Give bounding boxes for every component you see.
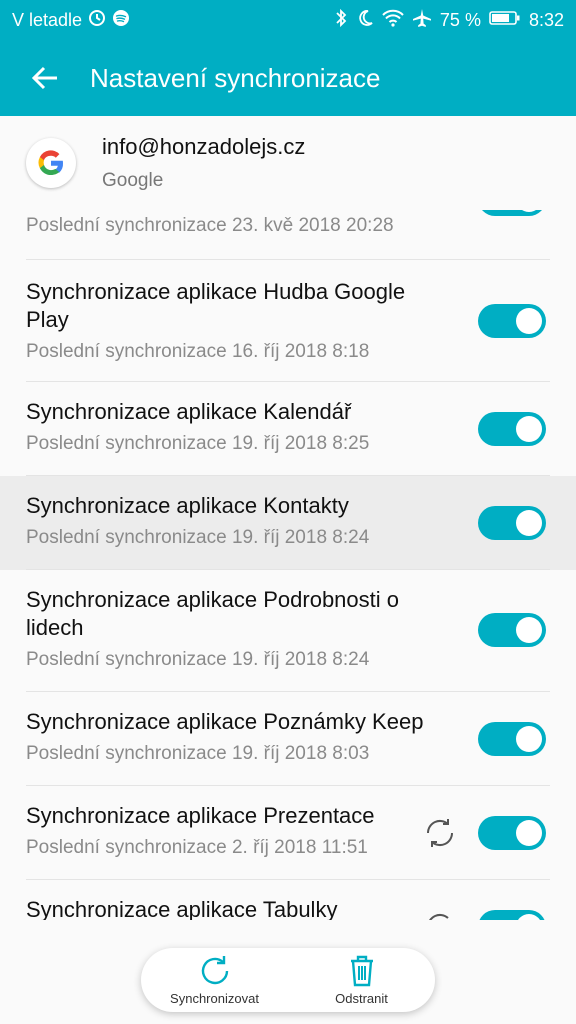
sync-item-kontakty[interactable]: Synchronizace aplikace Kontakty Poslední… — [0, 476, 576, 570]
sync-item-podrobnosti-o-lidech[interactable]: Synchronizace aplikace Podrobnosti o lid… — [0, 570, 576, 692]
syncing-icon — [422, 909, 458, 920]
spotify-icon — [112, 9, 130, 32]
airplane-mode-icon — [412, 8, 432, 33]
sync-item-last-sync: Poslední synchronizace 19. říj 2018 8:24 — [26, 649, 370, 670]
account-header: info@honzadolejs.cz Google — [0, 116, 576, 210]
sync-toggle[interactable] — [478, 722, 546, 756]
sync-toggle[interactable] — [478, 506, 546, 540]
sync-toggle[interactable] — [478, 910, 546, 920]
sync-toggle[interactable] — [478, 816, 546, 850]
syncing-icon — [422, 815, 458, 856]
remove-account-button[interactable]: Odstranit — [288, 948, 435, 1012]
sync-item-hudba-google-play[interactable]: Synchronizace aplikace Hudba Google Play… — [0, 260, 576, 382]
sync-item-prezentace[interactable]: Synchronizace aplikace Prezentace Posled… — [0, 786, 576, 880]
sync-toggle[interactable] — [478, 304, 546, 338]
sync-now-button[interactable]: Synchronizovat — [141, 948, 288, 1012]
do-not-disturb-moon-icon — [356, 9, 374, 32]
sync-item-title: Synchronizace aplikace Hudba Google Play — [26, 279, 406, 332]
remove-account-label: Odstranit — [335, 991, 388, 1006]
clock: 8:32 — [528, 9, 564, 30]
account-email: info@honzadolejs.cz — [102, 134, 306, 159]
action-pill: Synchronizovat Odstranit — [141, 948, 435, 1012]
sync-toggle[interactable] — [478, 613, 546, 647]
sync-toggle[interactable] — [478, 412, 546, 446]
sync-item-last-sync: Poslední synchronizace 16. říj 2018 8:18 — [26, 341, 370, 362]
sync-item-poznamky-keep[interactable]: Synchronizace aplikace Poznámky Keep Pos… — [0, 692, 576, 786]
sync-item-kalendar[interactable]: Synchronizace aplikace Kalendář Poslední… — [0, 382, 576, 476]
wifi-icon — [382, 9, 404, 32]
sync-status-icon — [88, 9, 106, 32]
back-arrow-icon — [31, 66, 57, 90]
sync-icon — [201, 956, 228, 985]
page-title: Nastavení synchronizace — [90, 62, 381, 93]
sync-item-title: Synchronizace aplikace Poznámky Keep — [26, 709, 424, 734]
sync-list[interactable]: Poslední synchronizace 23. kvě 2018 20:2… — [0, 210, 576, 920]
sync-item-title: Synchronizace aplikace Podrobnosti o lid… — [26, 587, 400, 640]
carrier-label: V letadle — [12, 9, 83, 30]
sync-now-label: Synchronizovat — [170, 991, 259, 1006]
sync-item-tabulky[interactable]: Synchronizace aplikace Tabulky — [0, 880, 576, 920]
trash-icon — [350, 955, 373, 987]
status-bar: V letadle 75 % 8:32 — [0, 0, 576, 40]
sync-item-title: Synchronizace aplikace Kontakty — [26, 493, 349, 518]
sync-item-title: Synchronizace aplikace Kalendář — [26, 399, 352, 424]
app-bar: Nastavení synchronizace — [0, 40, 576, 116]
bottom-bar: Synchronizovat Odstranit — [0, 920, 576, 1024]
sync-item-title: Synchronizace aplikace Prezentace — [26, 803, 375, 828]
battery-percent: 75 % — [439, 9, 481, 30]
sync-item-title: Synchronizace aplikace Tabulky — [26, 897, 338, 920]
bluetooth-icon — [334, 8, 348, 33]
account-type: Google — [102, 170, 164, 191]
battery-icon — [489, 10, 521, 31]
back-button[interactable] — [0, 40, 90, 116]
sync-item-last-sync: Poslední synchronizace 23. kvě 2018 20:2… — [26, 215, 394, 236]
google-logo-icon — [26, 138, 76, 188]
sync-item-partial[interactable]: Poslední synchronizace 23. kvě 2018 20:2… — [0, 210, 576, 260]
